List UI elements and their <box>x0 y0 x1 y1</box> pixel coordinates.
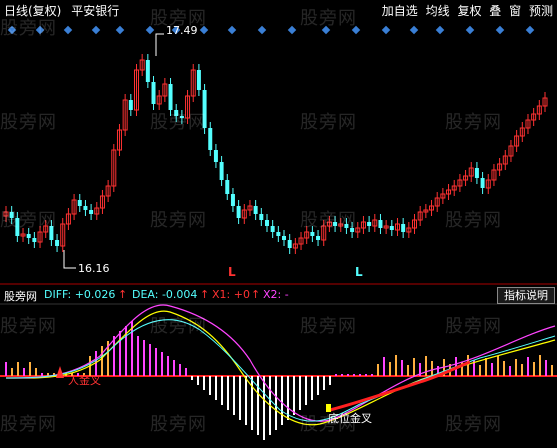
candle-body <box>151 82 156 104</box>
candle-body <box>378 220 383 228</box>
candle-body <box>344 224 349 228</box>
bottom-golden-cross-label: 底位金叉 <box>328 412 372 425</box>
dea-up-arrow-icon: ↑ <box>200 288 210 301</box>
signal-diamond <box>495 25 505 35</box>
signal-diamond <box>321 25 331 35</box>
signal-diamond <box>381 25 391 35</box>
signal-diamond <box>351 25 361 35</box>
candle-body <box>196 70 201 90</box>
candle-body <box>83 206 88 210</box>
indicator-source: 股旁网 <box>4 290 37 303</box>
candle-body <box>367 222 372 226</box>
candle-body <box>253 206 258 214</box>
signal-diamond <box>35 25 45 35</box>
candle-body <box>480 178 485 188</box>
signal-line <box>5 319 556 422</box>
signal-diamond <box>63 25 73 35</box>
candle-body <box>26 234 31 238</box>
golden-cross-label: 人金叉 <box>68 374 101 387</box>
candle-body <box>174 110 179 116</box>
signal-diamond <box>287 25 297 35</box>
candle-body <box>89 210 94 214</box>
candle-body <box>236 206 241 218</box>
candle-body <box>401 224 406 232</box>
candle-body <box>9 212 14 218</box>
candle-body <box>287 240 292 248</box>
candle-body <box>128 100 133 110</box>
low-pointer <box>63 250 76 269</box>
candle-body <box>264 220 269 226</box>
candle-body <box>474 168 479 178</box>
x2-value: X2: - <box>263 288 289 301</box>
candle-body <box>389 226 394 230</box>
signal-L-red: L <box>228 265 236 279</box>
candle-body <box>145 60 150 82</box>
candle-body <box>32 238 37 242</box>
candle-body <box>230 194 235 206</box>
candle-body <box>208 128 213 150</box>
dea-value: DEA: -0.004 <box>132 288 198 301</box>
candle-body <box>310 232 315 236</box>
low-price-label: 16.16 <box>78 262 110 275</box>
candle-body <box>202 90 207 128</box>
golden-cross-arrow-icon <box>56 366 64 378</box>
candle-body <box>225 180 230 194</box>
candle-body <box>55 240 60 246</box>
diff-up-arrow-icon: ↑ <box>118 288 128 301</box>
signal-diamond <box>7 25 17 35</box>
signal-diamond <box>465 25 475 35</box>
x1-up-arrow-icon: ↑ <box>251 288 261 301</box>
high-pointer <box>155 33 164 56</box>
signal-diamond <box>409 25 419 35</box>
candle-body <box>15 218 20 236</box>
candle-body <box>270 226 275 232</box>
candle-body <box>49 226 54 240</box>
indicator-help-button[interactable]: 指标说明 <box>497 287 555 304</box>
diff-value: DIFF: +0.026 <box>44 288 116 301</box>
signal-diamond <box>91 25 101 35</box>
signal-diamond <box>525 25 535 35</box>
signal-diamond <box>199 25 209 35</box>
signal-diamond <box>227 25 237 35</box>
signal-diamond <box>145 25 155 35</box>
signal-diamond <box>435 25 445 35</box>
candle-body <box>168 84 173 110</box>
candle-body <box>179 116 184 118</box>
signal-diamond <box>115 25 125 35</box>
candle-body <box>333 222 338 226</box>
signal-L-cyan: L <box>355 265 363 279</box>
dea-line <box>5 310 556 426</box>
signal-diamond <box>257 25 267 35</box>
candle-body <box>350 228 355 232</box>
candle-body <box>259 214 264 220</box>
candle-body <box>276 232 281 236</box>
candle-body <box>219 162 224 180</box>
candle-body <box>282 236 287 240</box>
high-price-label: 17.49 <box>166 24 198 37</box>
x1-value: X1: +0 <box>212 288 250 301</box>
candle-body <box>213 150 218 162</box>
candle-body <box>77 200 82 206</box>
indicator-header: 股旁网 DIFF: +0.026 ↑ DEA: -0.004 ↑ X1: +0 … <box>0 286 557 304</box>
candle-body <box>316 236 321 240</box>
